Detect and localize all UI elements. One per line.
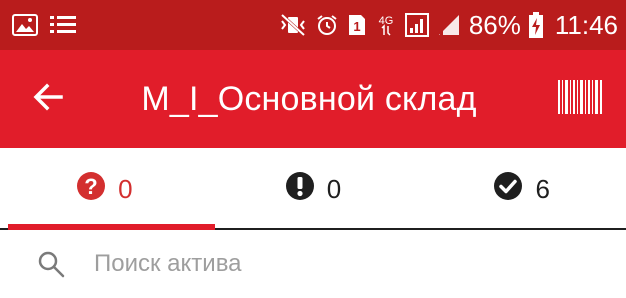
question-circle-icon: ? [76, 171, 106, 208]
tab-warning[interactable]: 0 [209, 148, 418, 230]
tab-unknown-count: 0 [118, 173, 133, 204]
tab-warning-count: 0 [326, 173, 342, 204]
search-icon [36, 249, 66, 279]
mute-vibrate-icon [279, 13, 307, 37]
barcode-icon [558, 79, 602, 119]
exclamation-circle-icon [285, 171, 315, 208]
tab-done[interactable]: 6 [417, 148, 626, 230]
sim-1-icon: 1 [347, 13, 367, 37]
scan-barcode-button[interactable] [550, 69, 610, 129]
tab-done-count: 6 [535, 173, 550, 204]
app-bar: М_I_Основной склад [0, 50, 626, 148]
svg-text:?: ? [84, 174, 97, 199]
status-bar: 1 4G 86% 11:46 [0, 0, 626, 50]
status-tabs: ? 0 0 6 [0, 148, 626, 230]
battery-charging-icon [528, 12, 543, 38]
svg-text:1: 1 [353, 19, 360, 34]
4g-icon: 4G [375, 13, 397, 37]
search-input[interactable] [92, 249, 576, 279]
battery-level: 86% [468, 9, 521, 40]
check-circle-icon [493, 171, 523, 208]
list-icon [50, 14, 76, 36]
status-clock: 11:46 [554, 9, 618, 40]
search-bar [0, 230, 626, 298]
back-button[interactable] [18, 69, 78, 129]
signal-icon [404, 13, 429, 37]
cellular-signal-icon [437, 13, 461, 37]
alarm-icon [315, 13, 339, 37]
page-title: М_I_Основной склад [141, 79, 477, 118]
arrow-back-icon [33, 83, 63, 116]
tab-unknown[interactable]: ? 0 [0, 148, 209, 230]
image-icon [12, 14, 38, 36]
svg-text:4G: 4G [378, 15, 393, 27]
